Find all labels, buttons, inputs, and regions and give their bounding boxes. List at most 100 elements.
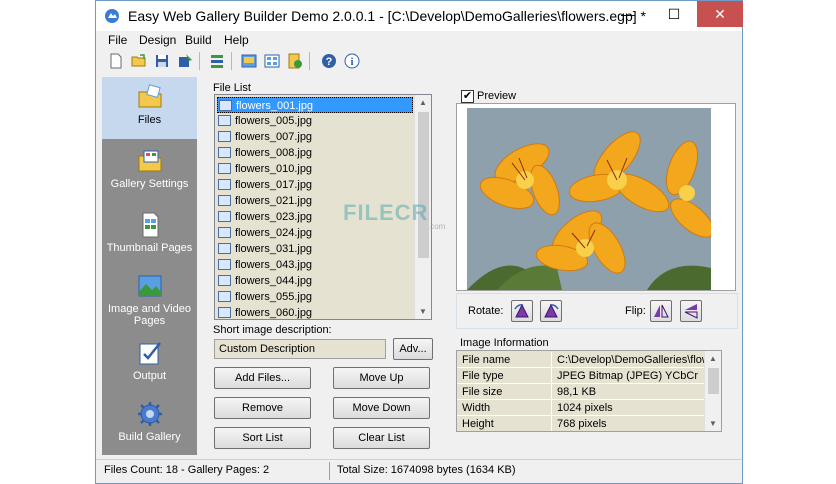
file-list-label: File List: [213, 82, 251, 94]
image-file-icon: [218, 259, 231, 270]
rotate-left-icon: [514, 303, 529, 318]
image-info-label: Image Information: [460, 337, 549, 349]
nav-label-output: Output: [132, 370, 167, 382]
image-info-row[interactable]: File name C:\Develop\DemoGalleries\flow..…: [457, 352, 718, 368]
image-info-row[interactable]: Width 1024 pixels: [457, 400, 705, 416]
nav-item-gallery-settings[interactable]: Gallery Settings: [102, 147, 197, 203]
window-title: Easy Web Gallery Builder Demo 2.0.0.1 - …: [128, 8, 646, 24]
nav-label-thumbnail-pages: Thumbnail Pages: [106, 242, 193, 254]
save-icon[interactable]: [153, 52, 171, 70]
image-info-scrollbar[interactable]: ▲ ▼: [704, 351, 721, 431]
info-icon[interactable]: i: [343, 52, 361, 70]
files-count-status: Files Count: 18 - Gallery Pages: 2: [104, 464, 270, 476]
flower-photo: [467, 108, 711, 290]
rotate-label: Rotate:: [468, 305, 504, 317]
menu-file[interactable]: File: [108, 33, 127, 47]
file-list-item[interactable]: flowers_055.jpg: [217, 289, 413, 305]
image-info-key: Width: [462, 400, 552, 416]
image-info-row[interactable]: File size 98,1 KB: [457, 384, 705, 400]
file-list-item[interactable]: flowers_007.jpg: [217, 129, 413, 145]
image-file-icon: [218, 179, 231, 190]
flip-horizontal-button[interactable]: [650, 300, 672, 322]
publish-icon[interactable]: [286, 52, 304, 70]
file-name: flowers_001.jpg: [236, 100, 314, 112]
save-as-icon[interactable]: [176, 52, 194, 70]
watermark-text: FILECR: [343, 200, 429, 225]
file-list-item[interactable]: flowers_031.jpg: [217, 241, 413, 257]
toolbar: ? i: [96, 50, 742, 72]
add-files-button[interactable]: Add Files...: [214, 367, 311, 389]
preview-frame: [456, 103, 736, 291]
image-info-row[interactable]: File type JPEG Bitmap (JPEG) YCbCr: [457, 368, 705, 384]
move-down-button[interactable]: Move Down: [333, 397, 430, 419]
menu-design[interactable]: Design: [139, 33, 176, 47]
file-list-item[interactable]: flowers_043.jpg: [217, 257, 413, 273]
file-name: flowers_021.jpg: [235, 195, 313, 207]
image-file-icon: [219, 100, 232, 111]
scroll-down-arrow-icon[interactable]: ▼: [709, 419, 717, 428]
move-up-button[interactable]: Move Up: [333, 367, 430, 389]
nav-item-image-video-pages[interactable]: Image and Video Pages: [102, 272, 197, 328]
build-gallery-icon: [137, 402, 162, 426]
image-file-icon: [218, 211, 231, 222]
preview-icon[interactable]: [240, 52, 258, 70]
file-name: flowers_024.jpg: [235, 227, 313, 239]
gallery-settings-icon: [138, 150, 161, 172]
file-list-item[interactable]: flowers_010.jpg: [217, 161, 413, 177]
close-button[interactable]: ✕: [697, 1, 743, 27]
maximize-button[interactable]: ☐: [651, 1, 697, 27]
file-list-item[interactable]: flowers_060.jpg: [217, 305, 413, 319]
image-info-key: Height: [462, 416, 552, 431]
image-file-icon: [218, 131, 231, 142]
nav-item-output[interactable]: Output: [102, 339, 197, 389]
toolbar-separator: [199, 52, 200, 70]
image-file-icon: [218, 307, 231, 318]
menu-bar: File Design Build Help: [96, 31, 742, 49]
file-name: flowers_023.jpg: [235, 211, 313, 223]
file-list-item[interactable]: flowers_017.jpg: [217, 177, 413, 193]
nav-item-files[interactable]: Files: [102, 77, 197, 139]
preview-checkbox[interactable]: ✔: [461, 90, 474, 103]
image-info-value: JPEG Bitmap (JPEG) YCbCr: [557, 370, 698, 382]
nav-item-thumbnail-pages[interactable]: Thumbnail Pages: [102, 211, 197, 267]
image-file-icon: [218, 163, 231, 174]
image-file-icon: [218, 227, 231, 238]
gallery-icon[interactable]: [263, 52, 281, 70]
open-icon[interactable]: [130, 52, 148, 70]
scroll-up-arrow-icon[interactable]: ▲: [709, 354, 717, 363]
advanced-button[interactable]: Adv...: [393, 338, 433, 360]
scroll-thumb[interactable]: [708, 368, 719, 394]
rotate-left-button[interactable]: [511, 300, 533, 322]
sort-list-button[interactable]: Sort List: [214, 427, 311, 449]
output-icon: [139, 342, 161, 365]
title-bar[interactable]: Easy Web Gallery Builder Demo 2.0.0.1 - …: [96, 1, 743, 31]
image-info-key: File name: [462, 352, 552, 368]
file-list-item[interactable]: flowers_008.jpg: [217, 145, 413, 161]
settings-icon[interactable]: [208, 52, 226, 70]
menu-build[interactable]: Build: [185, 33, 212, 47]
image-file-icon: [218, 275, 231, 286]
scroll-thumb[interactable]: [418, 112, 429, 258]
scroll-up-arrow-icon[interactable]: ▲: [419, 98, 427, 107]
rotate-right-button[interactable]: [540, 300, 562, 322]
menu-help[interactable]: Help: [224, 33, 249, 47]
nav-label-build-gallery: Build Gallery: [118, 431, 181, 443]
nav-label-gallery-settings: Gallery Settings: [110, 178, 189, 190]
new-icon[interactable]: [107, 52, 125, 70]
file-list-item[interactable]: flowers_044.jpg: [217, 273, 413, 289]
file-list-item[interactable]: flowers_024.jpg: [217, 225, 413, 241]
flip-vertical-button[interactable]: [680, 300, 702, 322]
total-size-status: Total Size: 1674098 bytes (1634 KB): [337, 464, 516, 476]
scroll-down-arrow-icon[interactable]: ▼: [419, 307, 427, 316]
clear-list-button[interactable]: Clear List: [333, 427, 430, 449]
svg-text:i: i: [350, 56, 353, 68]
file-name: flowers_008.jpg: [235, 147, 313, 159]
minimize-button[interactable]: —: [605, 1, 651, 27]
file-list-item[interactable]: flowers_001.jpg: [217, 97, 413, 113]
remove-button[interactable]: Remove: [214, 397, 311, 419]
help-icon[interactable]: ?: [320, 52, 338, 70]
file-list-item[interactable]: flowers_005.jpg: [217, 113, 413, 129]
image-info-row[interactable]: Height 768 pixels: [457, 416, 705, 431]
nav-item-build-gallery[interactable]: Build Gallery: [102, 400, 197, 450]
description-input[interactable]: Custom Description: [214, 339, 386, 359]
